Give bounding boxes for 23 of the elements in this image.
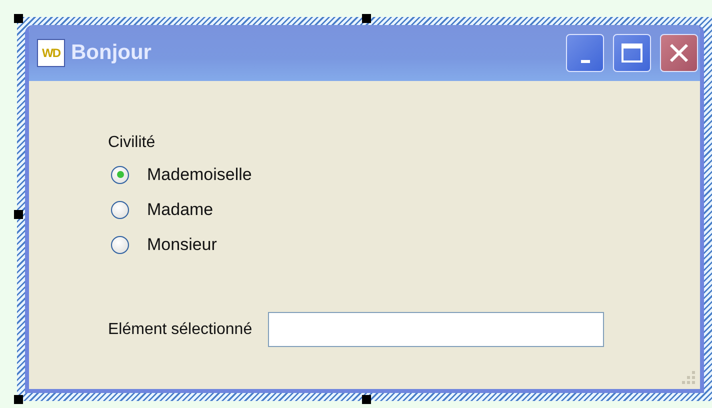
radio-button[interactable] (111, 236, 129, 254)
resize-handle[interactable] (362, 14, 371, 23)
resize-handle[interactable] (14, 210, 23, 219)
window-title: Bonjour (71, 41, 152, 65)
maximize-button[interactable] (613, 34, 651, 72)
resize-handle[interactable] (14, 395, 23, 404)
resize-grip-icon (682, 371, 696, 385)
maximize-icon (621, 43, 643, 63)
close-icon (668, 42, 690, 64)
selected-item-field[interactable] (268, 312, 604, 347)
field-label: Elément sélectionné (108, 320, 252, 338)
resize-handle[interactable] (14, 14, 23, 23)
group-label: Civilité (108, 133, 156, 153)
close-button[interactable] (660, 34, 698, 72)
radio-option[interactable]: Monsieur (108, 227, 700, 262)
radio-button[interactable] (111, 166, 129, 184)
minimize-button[interactable] (566, 34, 604, 72)
app-icon: WD (37, 39, 65, 67)
radio-option[interactable]: Madame (108, 192, 700, 227)
resize-handle[interactable] (362, 395, 371, 404)
radio-button[interactable] (111, 200, 129, 218)
minimize-icon (580, 60, 590, 63)
radio-option[interactable]: Mademoiselle (108, 157, 700, 192)
